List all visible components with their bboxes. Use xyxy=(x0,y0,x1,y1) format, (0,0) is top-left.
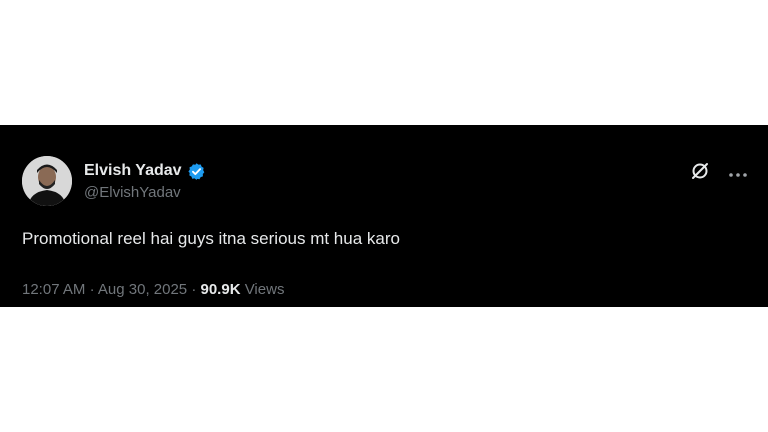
verified-badge-icon[interactable] xyxy=(187,162,206,181)
tweet-date[interactable]: Aug 30, 2025 xyxy=(98,281,187,298)
views-label: Views xyxy=(244,281,285,298)
display-name[interactable]: Elvish Yadav xyxy=(84,162,182,180)
views-count[interactable]: 90.9K xyxy=(201,281,241,298)
name-row: Elvish Yadav xyxy=(84,160,206,182)
meta-separator: · xyxy=(89,281,95,298)
author-block: Elvish Yadav @ElvishYadav xyxy=(84,160,206,201)
top-actions xyxy=(690,161,748,186)
tweet-text: Promotional reel hai guys itna serious m… xyxy=(22,229,400,248)
avatar[interactable] xyxy=(22,156,72,206)
meta-separator: · xyxy=(191,281,197,298)
avatar-image xyxy=(22,156,72,206)
tweet-time[interactable]: 12:07 AM xyxy=(22,281,85,298)
tweet-card: Elvish Yadav @ElvishYadav Promotional re… xyxy=(0,125,768,307)
grok-icon[interactable] xyxy=(690,161,710,186)
more-icon[interactable] xyxy=(728,165,748,183)
handle[interactable]: @ElvishYadav xyxy=(84,184,206,201)
tweet-meta: 12:07 AM · Aug 30, 2025 · 90.9K Views xyxy=(22,281,284,298)
